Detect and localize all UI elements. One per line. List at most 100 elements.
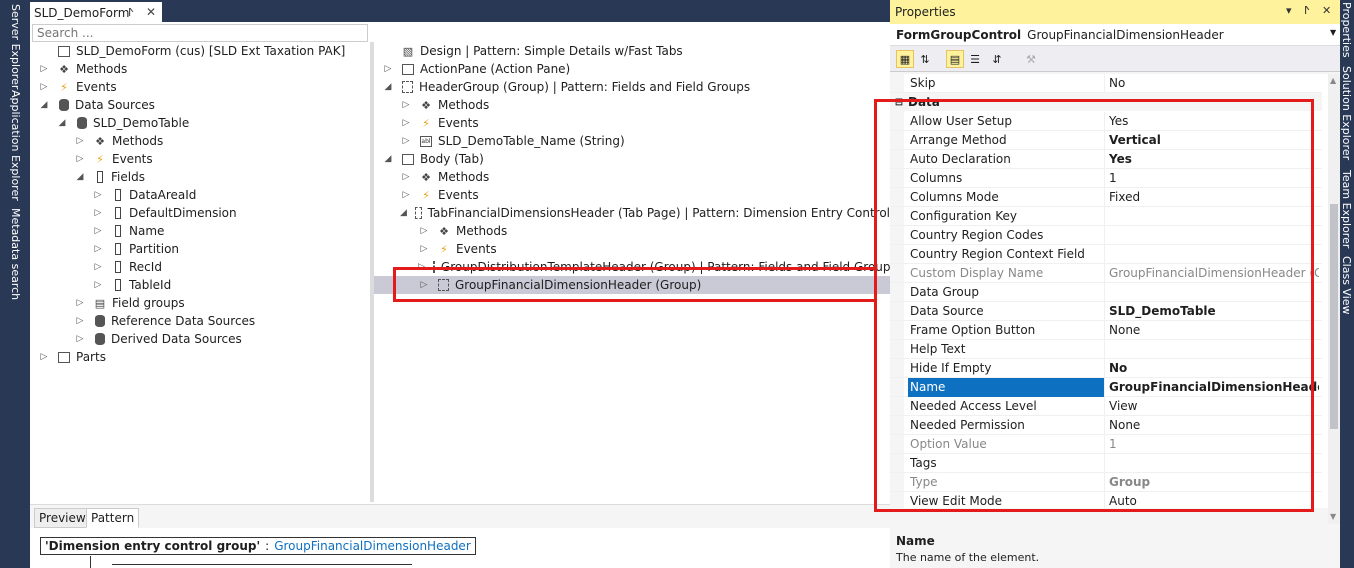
expander-icon[interactable]: ▷ [92,208,104,218]
tree-node[interactable]: ◢ Data Sources [30,96,370,114]
tree-node[interactable]: ◢ HeaderGroup (Group) | Pattern: Fields a… [374,78,890,96]
tree-node[interactable]: ▷ Parts [30,348,370,366]
document-tab[interactable]: SLD_DemoForm ⵤ ✕ [30,2,162,22]
expander-icon[interactable]: ▷ [400,100,412,110]
expander-icon[interactable]: ▷ [74,154,86,164]
expander-icon[interactable]: ▷ [418,226,430,236]
tree-node[interactable]: ◢ Fields [30,168,370,186]
tree-node[interactable]: ▷ ❖ Methods [374,222,890,240]
tree-node-label: SLD_DemoForm (cus) [SLD Ext Taxation PAK… [76,44,346,58]
scroll-up-icon[interactable]: ▲ [1330,76,1336,85]
tree-node[interactable]: SLD_DemoForm (cus) [SLD Ext Taxation PAK… [30,42,370,60]
expander-icon[interactable]: ▷ [38,352,50,362]
expander-icon[interactable]: ▷ [400,118,412,128]
expander-icon[interactable]: ◢ [382,154,394,164]
tree-node[interactable]: ▷ abl SLD_DemoTable_Name (String) [374,132,890,150]
field-icon [115,243,121,255]
metadata-search-tab[interactable]: Metadata search [9,208,22,300]
expander-icon[interactable]: ◢ [38,100,50,110]
tree-node[interactable]: ▷ DataAreaId [30,186,370,204]
tree-node[interactable]: ▷ ActionPane (Action Pane) [374,60,890,78]
expander-icon[interactable]: ◢ [74,172,86,182]
expander-icon[interactable]: ▷ [92,280,104,290]
tree-node[interactable]: ▷ ⚡ Events [374,186,890,204]
alphabetical-icon[interactable]: ⇅ [916,50,934,68]
expander-icon[interactable]: ◢ [400,208,407,218]
expander-icon[interactable]: ▷ [400,172,412,182]
tree-node[interactable]: ◢ SLD_DemoTable [30,114,370,132]
dropdown-icon[interactable]: ▾ [1286,4,1292,17]
expander-icon[interactable]: ◢ [382,82,394,92]
expander-icon[interactable]: ▷ [92,262,104,272]
expander-icon[interactable]: ▷ [92,244,104,254]
tree-node[interactable]: ▷ ⚡ Events [30,150,370,168]
expander-icon[interactable]: ▷ [74,298,86,308]
property-scrollbar[interactable]: ▲ ▼ [1328,74,1340,524]
close-icon[interactable]: ✕ [146,5,156,19]
scroll-thumb[interactable] [1330,204,1338,429]
tree-node[interactable]: ▷ Reference Data Sources [30,312,370,330]
tree-node[interactable]: ▷ ❖ Methods [374,168,890,186]
expander-icon[interactable]: ▷ [92,226,104,236]
tree-node[interactable]: ▷ ❖ Methods [30,60,370,78]
sort-icon[interactable]: ⇵ [988,50,1006,68]
tabpage-icon [414,207,422,219]
pattern-link[interactable]: GroupFinancialDimensionHeader [274,539,471,553]
tree-node[interactable]: ▧ Design | Pattern: Simple Details w/Fast… [374,42,890,60]
events-list-icon[interactable]: ☰ [966,50,984,68]
properties-icon[interactable]: ▤ [946,50,964,68]
team-explorer-side-tab[interactable]: Team Explorer [1340,170,1353,248]
search-input[interactable] [37,26,367,40]
pin-icon[interactable]: ⵤ [128,6,134,19]
tree-node[interactable]: ▷ ⚡ Events [374,240,890,258]
properties-side-tab[interactable]: Properties [1340,2,1353,58]
tree-node[interactable]: ▷ DefaultDimension [30,204,370,222]
expander-icon[interactable]: ▷ [400,190,412,200]
tree-node[interactable]: ▷ Name [30,222,370,240]
tree-node[interactable]: ▷ Derived Data Sources [30,330,370,348]
tree-node[interactable]: ▷ Partition [30,240,370,258]
pattern-chip[interactable]: 'Dimension entry control group' : GroupF… [40,537,476,555]
property-row[interactable]: Skip No [890,74,1322,93]
expander-icon[interactable]: ▷ [74,316,86,326]
class-view-side-tab[interactable]: Class View [1340,256,1353,315]
application-explorer-tab[interactable]: Application Explorer [9,90,22,201]
server-explorer-tab[interactable]: Server Explorer [9,4,22,89]
tree-node[interactable]: ◢ Body (Tab) [374,150,890,168]
tab-pattern[interactable]: Pattern [86,508,140,528]
tree-node-label: Body (Tab) [420,152,484,166]
expander-icon[interactable]: ▷ [38,82,50,92]
expander-icon[interactable]: ▷ [400,136,412,146]
tree-node[interactable]: ▷ ⚡ Events [374,114,890,132]
expander-icon[interactable]: ▷ [74,334,86,344]
close-icon[interactable]: ✕ [1322,4,1331,17]
object-selector[interactable]: FormGroupControl GroupFinancialDimension… [890,24,1340,46]
property-value[interactable]: No [1109,76,1319,90]
tab-preview[interactable]: Preview [34,508,91,528]
tree-node[interactable]: ▷ ▤ Field groups [30,294,370,312]
categorized-icon[interactable]: ▦ [896,50,914,68]
tree-node[interactable]: ▷ ❖ Methods [30,132,370,150]
tree-node-label: HeaderGroup (Group) | Pattern: Fields an… [419,80,751,94]
search-box[interactable] [32,24,368,42]
expander-icon[interactable]: ◢ [56,118,68,128]
expander-icon[interactable]: ▷ [418,244,430,254]
document-tab-bar: SLD_DemoForm ⵤ ✕ [30,0,890,22]
tree-node[interactable]: ▷ TableId [30,276,370,294]
tree-node[interactable]: ▷ ❖ Methods [374,96,890,114]
pin-icon[interactable]: ⵤ [1304,4,1310,17]
tree-node[interactable]: ▷ ⚡ Events [30,78,370,96]
expander-icon[interactable]: ▷ [382,64,394,74]
solution-explorer-side-tab[interactable]: Solution Explorer [1340,66,1353,160]
tab-icon [402,153,414,165]
expander-icon[interactable]: ▷ [38,64,50,74]
expander-icon[interactable]: ▷ [74,136,86,146]
methods-icon: ❖ [421,170,431,184]
settings-icon[interactable]: ⚒ [1022,50,1040,68]
tree-node[interactable]: ◢ TabFinancialDimensionsHeader (Tab Page)… [374,204,890,222]
chevron-down-icon[interactable]: ▼ [1330,28,1336,37]
expander-icon[interactable]: ▷ [92,190,104,200]
tree-node-label: Methods [438,170,490,184]
tree-node[interactable]: ▷ RecId [30,258,370,276]
scroll-down-icon[interactable]: ▼ [1330,512,1336,521]
